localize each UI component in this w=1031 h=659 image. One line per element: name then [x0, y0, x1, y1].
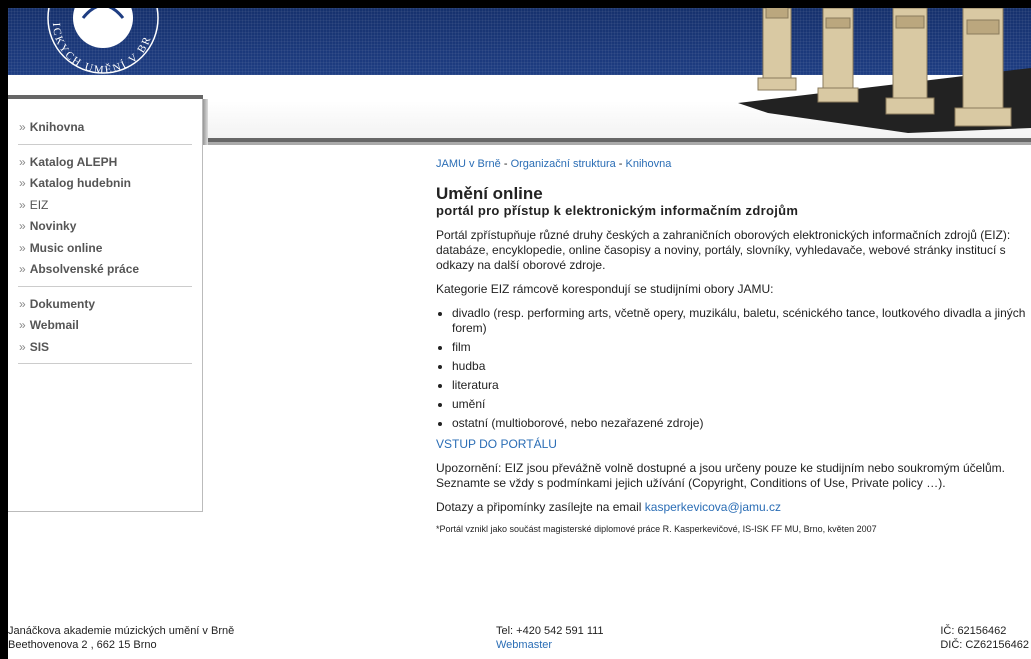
footer: Janáčkova akademie múzických umění v Brn… — [8, 622, 1031, 659]
footer-address: Janáčkova akademie múzických umění v Brn… — [8, 624, 234, 652]
portal-link[interactable]: VSTUP DO PORTÁLU — [436, 437, 557, 451]
sidebar-item-label: Katalog hudebnin — [29, 176, 132, 190]
footer-contact: Tel: +420 542 591 111 Webmaster — [496, 624, 604, 652]
divider — [18, 143, 192, 145]
breadcrumb-separator: - — [615, 158, 626, 170]
breadcrumb-separator: - — [500, 158, 511, 170]
sidebar-item-label: Novinky — [29, 219, 77, 233]
sidebar-item-label: Knihovna — [29, 120, 85, 134]
contact-paragraph: Dotazy a připomínky zasílejte na email k… — [436, 500, 1031, 515]
list-item: divadlo (resp. performing arts, včetně o… — [452, 306, 1031, 336]
footer-ids: IČ: 62156462 DIČ: CZ62156462 — [940, 624, 1029, 652]
sidebar-item-katalog-hudebnin[interactable]: » Katalog hudebnin — [8, 173, 202, 195]
nav-group-1: » Knihovna — [8, 117, 202, 139]
footer-dic: DIČ: CZ62156462 — [940, 639, 1029, 651]
sidebar-item-knihovna[interactable]: » Knihovna — [8, 117, 202, 139]
breadcrumb: JAMU v Brně - Organizační struktura - Kn… — [436, 158, 1031, 170]
list-item: literatura — [452, 378, 1031, 393]
divider — [18, 285, 192, 287]
list-item: hudba — [452, 359, 1031, 374]
sidebar-item-eiz[interactable]: » EIZ — [8, 195, 202, 217]
contact-text: Dotazy a připomínky zasílejte na email — [436, 500, 645, 514]
webmaster-link[interactable]: Webmaster — [496, 639, 552, 651]
sidebar-item-label: Webmail — [29, 318, 79, 332]
divider — [18, 363, 192, 364]
footnote: *Portál vznikl jako součást magisterské … — [436, 524, 877, 534]
footer-street: Beethovenova 2 , 662 15 Brno — [8, 639, 157, 651]
breadcrumb-jamu[interactable]: JAMU v Brně — [436, 158, 501, 170]
sidebar: » Knihovna » Katalog ALEPH » Katalog hudebn… — [8, 99, 203, 512]
footer-ic: IČ: 62156462 — [940, 625, 1007, 637]
page-title: Umění online — [436, 184, 543, 203]
sidebar-item-label: Dokumenty — [29, 296, 96, 311]
page-subtitle: portál pro přístup k elektronickým infor… — [436, 203, 799, 218]
list-item: film — [452, 340, 1031, 355]
sidebar-item-label: Katalog ALEPH — [29, 154, 118, 169]
intro-paragraph: Portál zpřístupňuje různé druhy českých … — [436, 228, 1011, 272]
sidebar-item-label: Music online — [29, 240, 103, 255]
list-item: umění — [452, 397, 1031, 412]
nav-group-2: » Katalog ALEPH » Katalog hudebnin » EIZ » N… — [8, 152, 202, 281]
category-list: divadlo (resp. performing arts, včetně o… — [436, 306, 1031, 431]
breadcrumb-organizacni-struktura[interactable]: Organizační struktura — [511, 158, 616, 170]
sidebar-item-label: Absolvenské práce — [29, 262, 140, 276]
sidebar-item-dokumenty[interactable]: » Dokumenty — [8, 294, 202, 316]
sidebar-item-label: SIS — [29, 339, 50, 354]
sidebar-item-label: EIZ — [29, 197, 49, 212]
breadcrumb-knihovna[interactable]: Knihovna — [626, 158, 672, 170]
categories-intro: Kategorie EIZ rámcově korespondují se st… — [436, 282, 774, 296]
contact-email-link[interactable]: kasperkevicova@jamu.cz — [645, 500, 781, 514]
nav-group-3: » Dokumenty » Webmail » SIS — [8, 294, 202, 359]
content-rule-shadow — [203, 142, 1031, 145]
page: ICKYCH UMĚNÍ V BR » Knihovna » Katalog ALE… — [8, 8, 1031, 659]
sidebar-item-sis[interactable]: » SIS — [8, 337, 202, 359]
sidebar-item-novinky[interactable]: » Novinky — [8, 216, 202, 238]
warning-paragraph: Upozornění: EIZ jsou převážně volně dost… — [436, 461, 1005, 490]
sidebar-item-katalog-aleph[interactable]: » Katalog ALEPH — [8, 152, 202, 174]
list-item: ostatní (multioborové, nebo nezařazené z… — [452, 416, 1031, 431]
footer-tel: Tel: +420 542 591 111 — [496, 625, 604, 637]
sidebar-item-music-online[interactable]: » Music online — [8, 238, 202, 260]
columns-image — [738, 8, 1031, 133]
footer-org: Janáčkova akademie múzických umění v Brn… — [8, 625, 235, 637]
sidebar-item-absolvenske-prace[interactable]: » Absolvenské práce — [8, 259, 202, 281]
main-content: JAMU v Brně - Organizační struktura - Kn… — [436, 158, 1031, 534]
sidebar-item-webmail[interactable]: » Webmail — [8, 315, 202, 337]
jamu-seal-logo: ICKYCH UMĚNÍ V BR — [47, 8, 159, 76]
